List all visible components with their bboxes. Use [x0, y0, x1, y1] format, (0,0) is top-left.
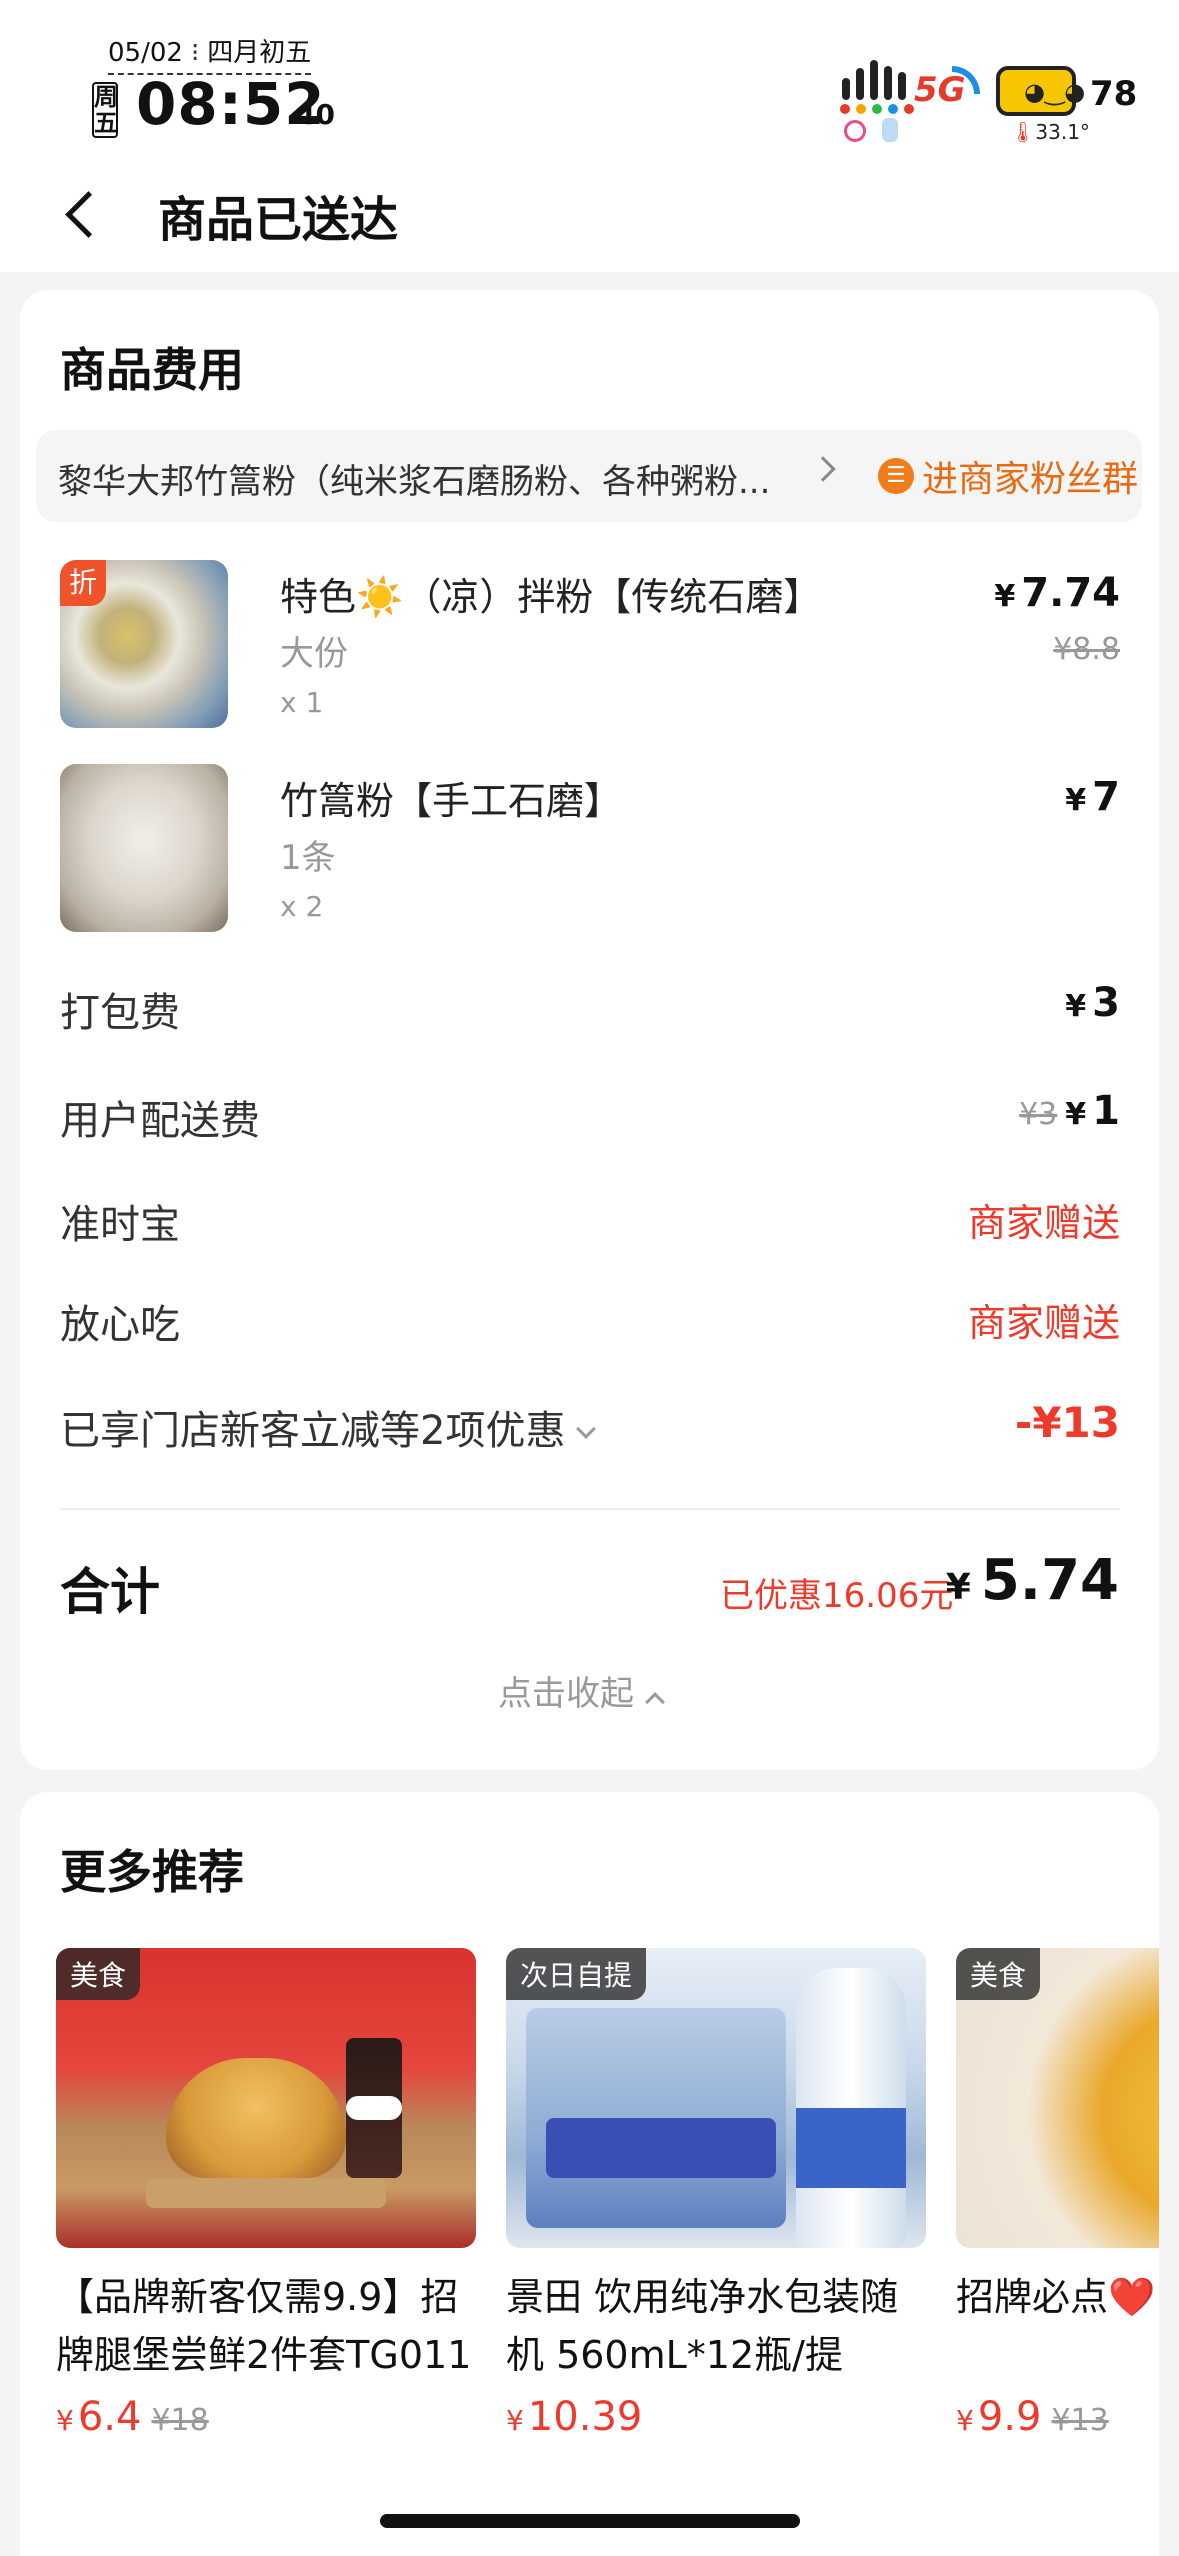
chevron-up-icon: [645, 1692, 665, 1712]
packing-fee-value: ¥3: [1065, 980, 1120, 1026]
divider: [60, 1508, 1120, 1510]
water-pack-label: [546, 2118, 776, 2178]
item-quantity: x 1: [280, 686, 324, 719]
item-quantity: x 2: [280, 890, 324, 923]
safe-eat-label: 放心吃: [60, 1302, 180, 1348]
recommend-item-price: ¥9.9 ¥13: [956, 2394, 1109, 2440]
fee-section-title: 商品费用: [60, 343, 244, 397]
recommend-item[interactable]: 美食 招牌必点❤️ ¥9.9 ¥13: [956, 1948, 1159, 2440]
recommend-title: 更多推荐: [60, 1845, 244, 1899]
delivery-original-price: ¥3: [1019, 1097, 1058, 1132]
item-spec: 1条: [280, 838, 336, 878]
fans-group-label: 进商家粉丝群: [922, 459, 1139, 500]
home-indicator[interactable]: [380, 2514, 800, 2528]
item-original-price: ¥8.8: [1053, 632, 1120, 667]
order-item[interactable]: 竹篙粉【手工石磨】 1条 x 2 ¥7: [60, 764, 1120, 934]
status-date: 05/02 ⁝ 四月初五: [108, 32, 312, 75]
status-lunar-date: 四月初五: [207, 38, 312, 68]
shop-name[interactable]: 黎华大邦竹篙粉（纯米浆石磨肠粉、各种粥粉...: [58, 454, 770, 503]
order-item[interactable]: 折 特色☀️（凉）拌粉【传统石磨】 大份 x 1 ¥7.74 ¥8.8: [60, 560, 1120, 730]
ontime-label: 准时宝: [60, 1202, 180, 1248]
battery-icon: ◕‿◕: [996, 66, 1085, 116]
discount-badge: 折: [60, 560, 106, 606]
recommend-card: 更多推荐 美食 【品牌新客仅需9.9】招牌腿堡尝鲜2件套TG011 ¥6.4 ¥1…: [20, 1792, 1159, 2556]
temperature: 🌡33.1°: [1010, 120, 1090, 144]
wifi-icon: [952, 66, 980, 94]
recommend-item-title: 招牌必点❤️: [956, 2275, 1156, 2319]
thermometer-icon: 🌡: [1010, 120, 1036, 144]
item-name: 特色☀️（凉）拌粉【传统石磨】: [280, 575, 822, 619]
ontime-value: 商家赠送: [967, 1201, 1120, 1245]
chevron-down-icon: [576, 1419, 597, 1439]
ontime-row: 准时宝 商家赠送: [60, 1192, 1120, 1252]
page-title: 商品已送达: [158, 192, 399, 248]
item-spec: 大份: [280, 634, 348, 674]
recommend-item[interactable]: 美食 【品牌新客仅需9.9】招牌腿堡尝鲜2件套TG011 ¥6.4 ¥18: [56, 1948, 476, 2440]
recommend-item-price: ¥10.39: [506, 2394, 643, 2440]
burger-board: [146, 2178, 386, 2208]
packing-fee-row: 打包费 ¥3: [60, 980, 1120, 1040]
total-label: 合计: [60, 1563, 160, 1621]
packing-fee-label: 打包费: [60, 990, 180, 1036]
water-bottle-label: [796, 2108, 906, 2188]
status-weekday: 周五: [92, 82, 118, 138]
status-seconds: 40: [296, 98, 335, 131]
item-thumbnail: [60, 764, 228, 932]
nav-header: 商品已送达: [0, 160, 1179, 272]
battery-percent: 78: [1090, 74, 1138, 114]
item-price: ¥7: [1065, 774, 1120, 820]
collapse-button[interactable]: 点击收起: [498, 1666, 665, 1715]
recommend-tag: 次日自提: [506, 1948, 647, 2000]
chat-icon: ☰: [878, 458, 914, 494]
recommend-item[interactable]: 次日自提 景田 饮用纯净水包装随机 560mL*12瓶/提 ¥10.39: [506, 1948, 926, 2440]
delivery-fee-row: 用户配送费 ¥3 ¥1: [60, 1088, 1120, 1148]
delivery-fee-value: ¥3 ¥1: [1019, 1088, 1120, 1134]
recommend-item-image: 美食: [56, 1948, 476, 2248]
back-arrow-icon[interactable]: [62, 184, 112, 248]
delivery-fee-label: 用户配送费: [60, 1098, 260, 1144]
status-bar: 05/02 ⁝ 四月初五 周五 08:52 40 5G ◕‿◕ 78 🌡33.1°: [0, 0, 1179, 160]
recommend-tag: 美食: [56, 1948, 141, 2000]
cola-label: [346, 2096, 402, 2120]
discount-label[interactable]: 已享门店新客立减等2项优惠: [60, 1398, 597, 1456]
recommend-item-image: 美食: [956, 1948, 1159, 2248]
item-price: ¥7.74: [994, 570, 1120, 616]
safe-eat-row: 放心吃 商家赠送: [60, 1292, 1120, 1352]
safe-eat-value: 商家赠送: [967, 1301, 1120, 1345]
order-fee-card: 商品费用 黎华大邦竹篙粉（纯米浆石磨肠粉、各种粥粉... ☰ 进商家粉丝群 折 …: [20, 290, 1159, 1770]
recommend-item-title: 景田 饮用纯净水包装随机 560mL*12瓶/提: [506, 2275, 899, 2377]
item-name: 竹篙粉【手工石磨】: [280, 779, 623, 823]
item-thumbnail: 折: [60, 560, 228, 728]
chevron-right-icon: [810, 456, 836, 482]
total-saved: 已优惠16.06元: [720, 1576, 954, 1616]
recommend-item-image: 次日自提: [506, 1948, 926, 2248]
total-amount: ¥5.74: [945, 1548, 1119, 1613]
recommend-item-price: ¥6.4 ¥18: [56, 2394, 209, 2440]
discount-row[interactable]: 已享门店新客立减等2项优惠 -¥13: [60, 1398, 1120, 1458]
join-fans-group-button[interactable]: ☰ 进商家粉丝群: [878, 452, 1138, 500]
burger-image: [166, 2058, 346, 2178]
shop-bar[interactable]: 黎华大邦竹篙粉（纯米浆石磨肠粉、各种粥粉... ☰ 进商家粉丝群: [36, 430, 1142, 522]
recommend-item-title: 【品牌新客仅需9.9】招牌腿堡尝鲜2件套TG011: [56, 2275, 472, 2377]
discount-value: -¥13: [1014, 1398, 1120, 1447]
recommend-tag: 美食: [956, 1948, 1041, 2000]
